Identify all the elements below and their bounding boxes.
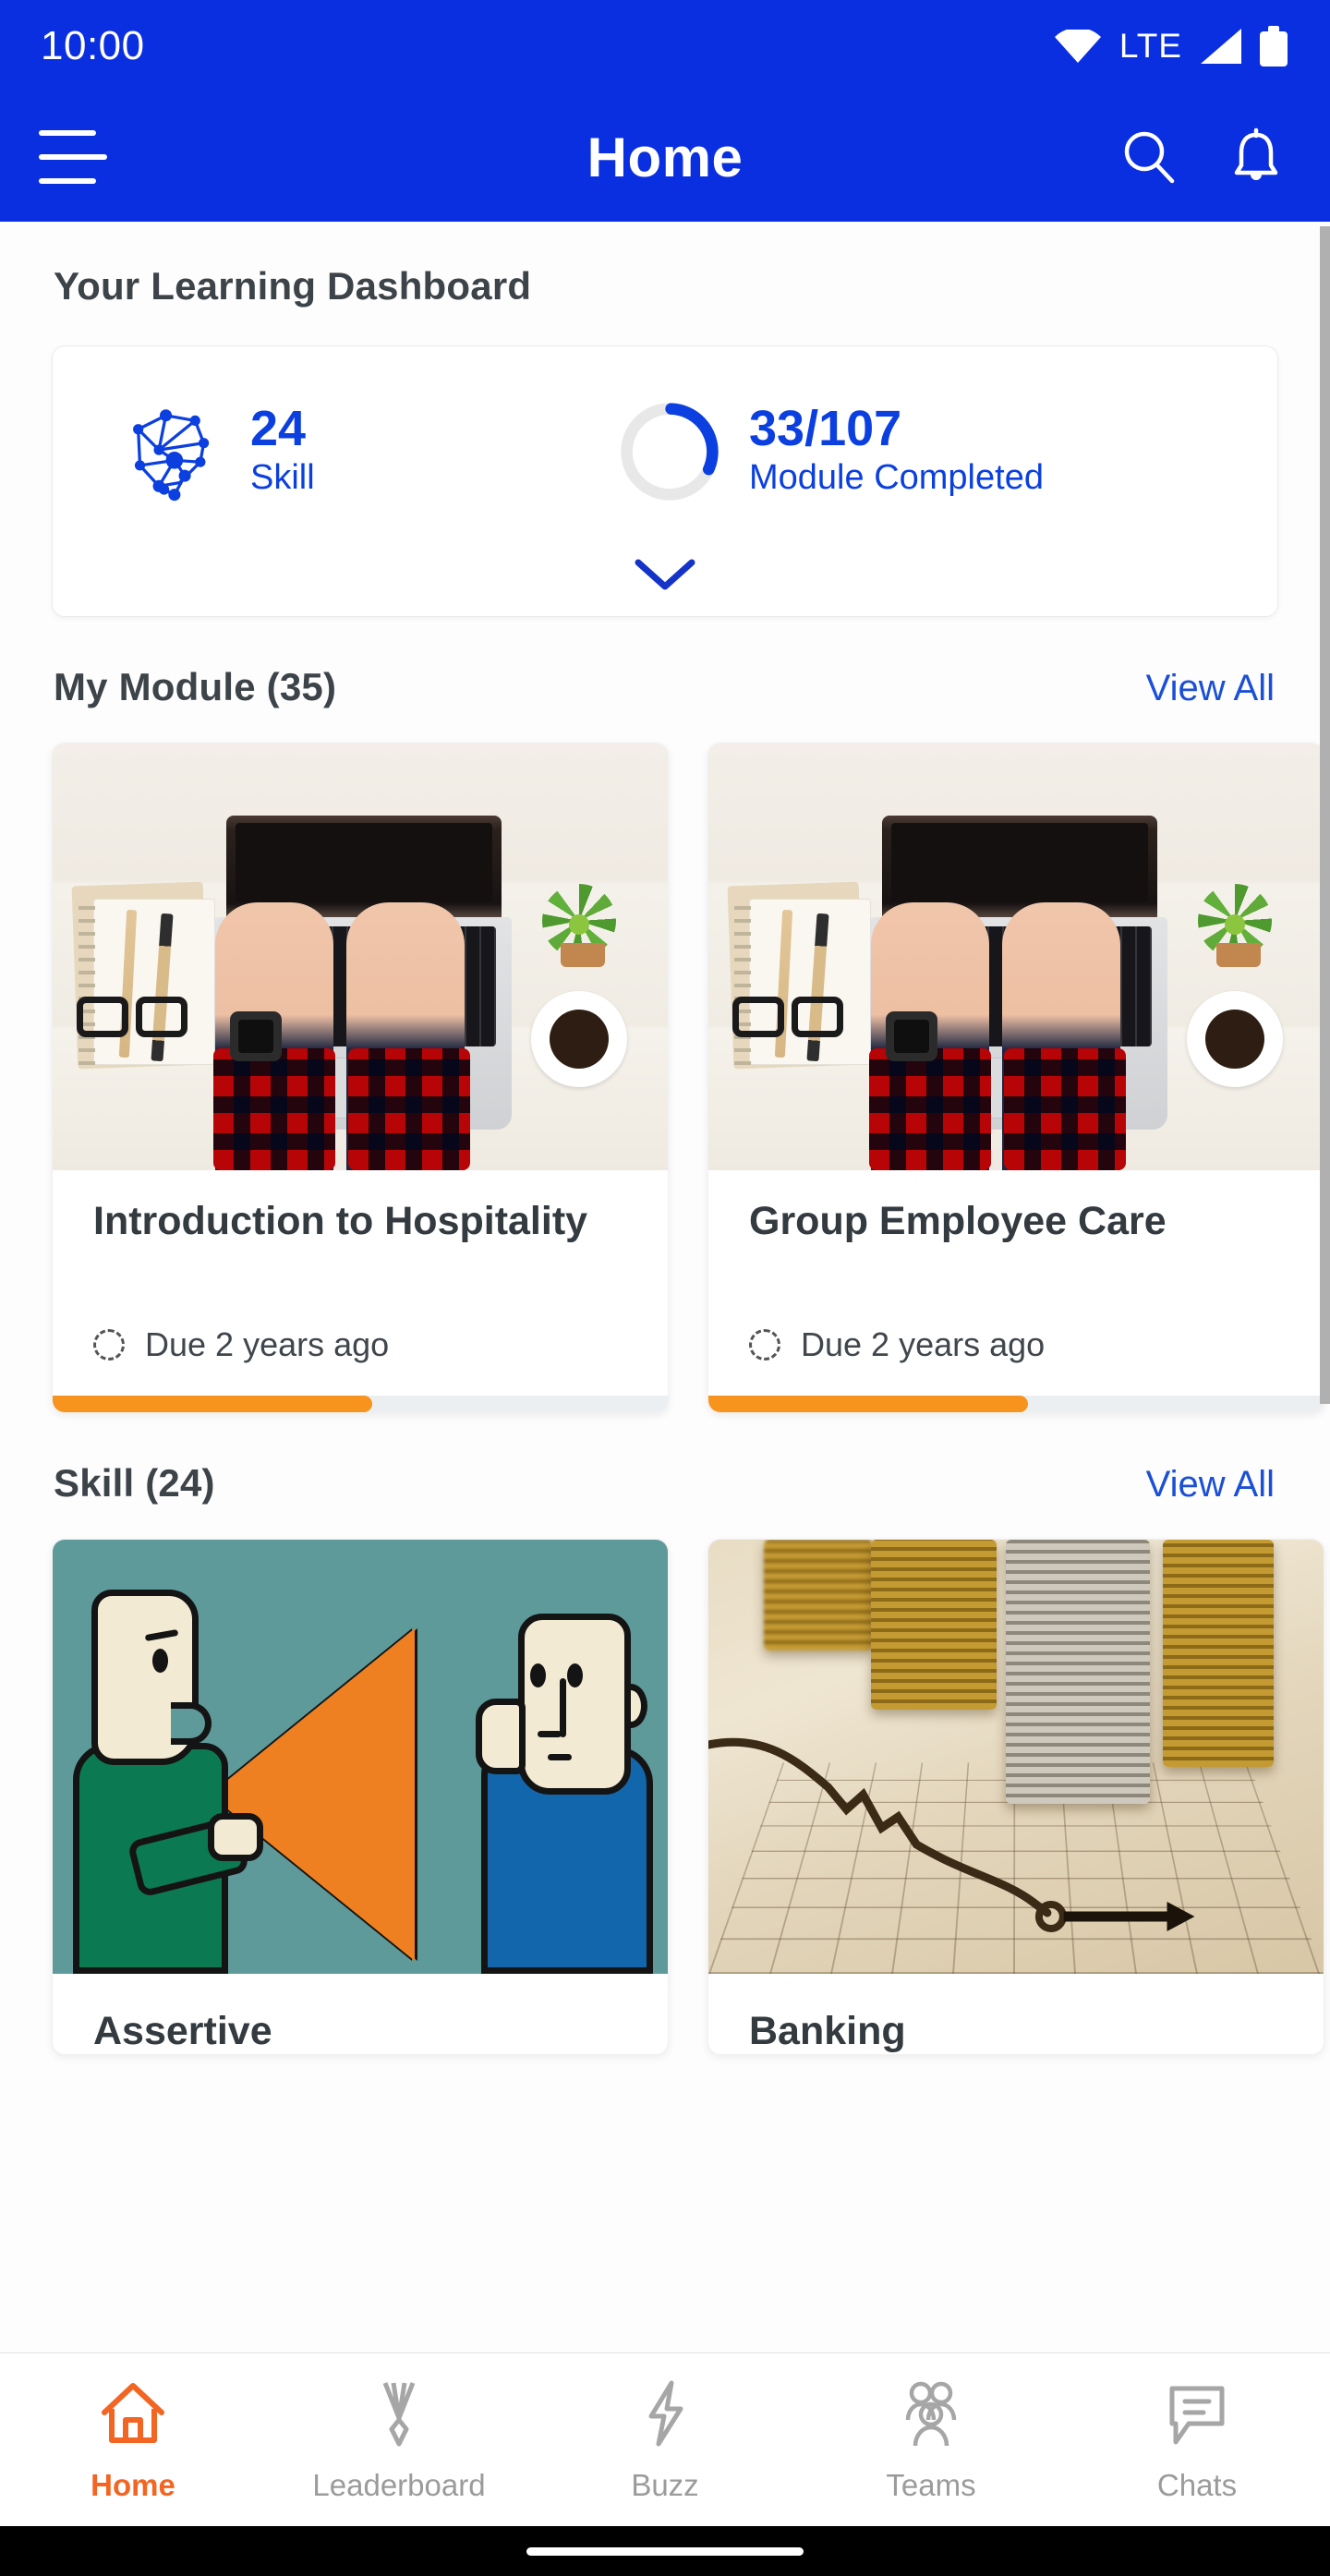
status-bar: 10:00 LTE <box>0 0 1330 92</box>
skill-network-icon <box>133 409 210 502</box>
skill-stat[interactable]: 24 Skill <box>53 400 616 503</box>
status-icon-group: LTE <box>1054 26 1288 67</box>
module-count: 33/107 <box>749 400 902 456</box>
module-card-title: Group Employee Care <box>749 1199 1167 1243</box>
module-card-body: Group Employee Care Due 2 years ago <box>708 1170 1324 1364</box>
module-stat-text: 33/107 Module Completed <box>749 403 1044 501</box>
skill-thumbnail <box>53 1540 668 1974</box>
chat-bubble-icon <box>1169 2386 1225 2444</box>
nav-item-chats[interactable]: Chats <box>1064 2377 1330 2503</box>
trend-line <box>708 1737 1195 1932</box>
module-due-row: Due 2 years ago <box>93 1325 627 1364</box>
wifi-icon <box>1054 30 1101 63</box>
module-progress-fill <box>53 1396 373 1412</box>
vertical-scrollbar[interactable] <box>1320 226 1330 1404</box>
skill-thumbnail <box>708 1540 1324 1974</box>
module-label: Module Completed <box>749 457 1044 497</box>
skill-section-header: Skill (24) View All <box>0 1461 1330 1506</box>
skill-section-title: Skill (24) <box>54 1461 215 1505</box>
hamburger-menu-icon[interactable] <box>39 130 107 184</box>
search-icon[interactable] <box>1119 127 1179 187</box>
module-card[interactable]: Group Employee Care Due 2 years ago <box>707 743 1324 1413</box>
module-card[interactable]: Introduction to Hospitality Due 2 years … <box>52 743 669 1413</box>
signal-icon <box>1201 29 1241 64</box>
module-due-row: Due 2 years ago <box>749 1325 1283 1364</box>
dashed-circle-icon <box>749 1329 780 1361</box>
nav-label-chats: Chats <box>1156 2467 1238 2502</box>
main-scroll-area[interactable]: Your Learning Dashboard 24 Skill 33/107 … <box>0 222 1330 2352</box>
nav-item-buzz[interactable]: Buzz <box>532 2377 798 2503</box>
home-icon <box>102 2382 164 2443</box>
nav-label-teams: Teams <box>886 2467 976 2502</box>
dashed-circle-icon <box>93 1329 125 1361</box>
network-type-label: LTE <box>1118 27 1182 65</box>
chevron-down-icon <box>635 559 695 590</box>
dashboard-heading-row: Your Learning Dashboard <box>0 222 1330 308</box>
nav-item-home[interactable]: Home <box>0 2377 266 2503</box>
dashboard-expand-button[interactable] <box>53 557 1277 592</box>
module-thumbnail <box>53 744 668 1170</box>
app-root: 10:00 LTE Home Your Learning Dashboard 2… <box>0 0 1330 2576</box>
module-card-title: Introduction to Hospitality <box>93 1199 588 1243</box>
my-module-header: My Module (35) View All <box>0 665 1330 709</box>
people-group-icon <box>905 2381 957 2446</box>
nav-item-teams[interactable]: Teams <box>798 2377 1064 2503</box>
skill-rail[interactable]: Assertive Banking <box>0 1506 1330 2055</box>
module-progress-fill <box>708 1396 1029 1412</box>
my-module-view-all[interactable]: View All <box>1146 668 1275 709</box>
nav-label-leaderboard: Leaderboard <box>312 2467 486 2502</box>
dashboard-heading: Your Learning Dashboard <box>54 264 532 308</box>
bottom-navigation: Home Leaderboard Buzz Teams Chats <box>0 2352 1330 2526</box>
app-bar: Home <box>0 92 1330 222</box>
nav-label-buzz: Buzz <box>631 2467 699 2502</box>
skill-stat-text: 24 Skill <box>250 403 315 501</box>
skill-card-title: Banking <box>749 2009 906 2053</box>
learning-dashboard-card[interactable]: 24 Skill 33/107 Module Completed <box>52 345 1278 617</box>
dashboard-stats-row: 24 Skill 33/107 Module Completed <box>53 398 1277 505</box>
skill-card[interactable]: Assertive <box>52 1539 669 2055</box>
module-progress-ring <box>621 403 719 501</box>
module-thumbnail <box>708 744 1324 1170</box>
gesture-handle[interactable] <box>526 2546 804 2556</box>
app-bar-actions <box>1119 127 1286 187</box>
module-due-text: Due 2 years ago <box>801 1325 1046 1363</box>
my-module-rail[interactable]: Introduction to Hospitality Due 2 years … <box>0 709 1330 1413</box>
skill-count: 24 <box>250 400 307 456</box>
status-time: 10:00 <box>41 23 145 68</box>
skill-label: Skill <box>250 457 315 497</box>
lightning-bolt-icon <box>648 2380 683 2446</box>
module-progress-track <box>53 1396 668 1412</box>
module-progress-track <box>708 1396 1324 1412</box>
nav-item-leaderboard[interactable]: Leaderboard <box>266 2377 532 2503</box>
nav-label-home: Home <box>91 2467 175 2502</box>
system-gesture-bar <box>0 2526 1330 2576</box>
medal-icon <box>382 2381 416 2446</box>
bell-icon[interactable] <box>1227 127 1286 187</box>
skill-view-all[interactable]: View All <box>1146 1464 1275 1506</box>
module-card-body: Introduction to Hospitality Due 2 years … <box>53 1170 668 1364</box>
my-module-title: My Module (35) <box>54 665 337 708</box>
module-due-text: Due 2 years ago <box>145 1325 390 1363</box>
skill-card-title: Assertive <box>93 2009 272 2053</box>
skill-card[interactable]: Banking <box>707 1539 1324 2055</box>
battery-icon <box>1260 26 1288 67</box>
module-stat[interactable]: 33/107 Module Completed <box>616 398 1044 505</box>
